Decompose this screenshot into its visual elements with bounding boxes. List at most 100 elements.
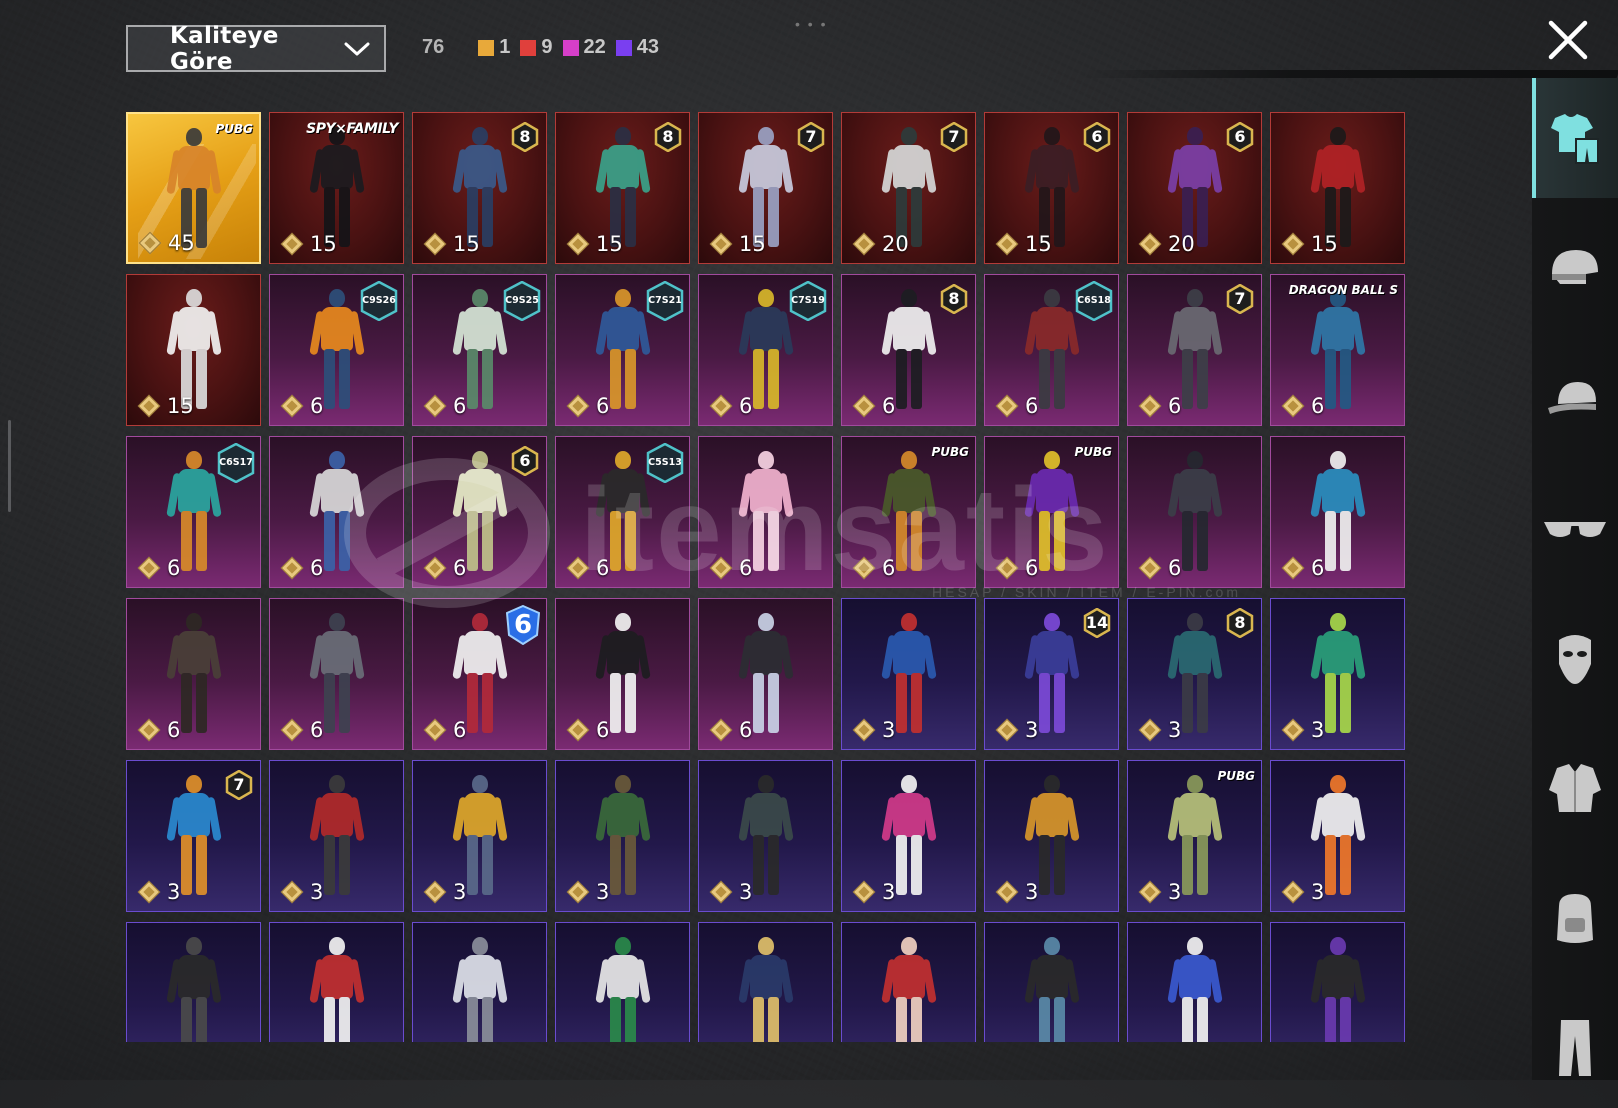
outfit-card[interactable]: 6 20: [1127, 112, 1262, 264]
outfit-card[interactable]: 3: [412, 760, 547, 912]
price-value: 6: [1311, 394, 1325, 418]
outfit-card[interactable]: 73: [126, 760, 261, 912]
outfit-card[interactable]: 6 15: [984, 112, 1119, 264]
outfit-card[interactable]: C7S21 6: [555, 274, 690, 426]
sidebar-item-eyewear[interactable]: [1532, 468, 1618, 588]
card-price: 3: [1138, 880, 1181, 904]
outfit-card[interactable]: 14 3: [984, 598, 1119, 750]
diamond-icon: [423, 394, 447, 418]
outfit-preview: [594, 937, 651, 1042]
outfit-card[interactable]: 8 15: [555, 112, 690, 264]
outfit-card[interactable]: 15: [126, 274, 261, 426]
diamond-icon: [852, 718, 876, 742]
outfit-card[interactable]: [841, 922, 976, 1042]
outfit-card[interactable]: DRAGON BALL S 6: [1270, 274, 1405, 426]
outfit-card[interactable]: C9S25 6: [412, 274, 547, 426]
drag-handle-dots[interactable]: • • •: [795, 16, 827, 32]
outfit-card[interactable]: 3: [1270, 598, 1405, 750]
diamond-icon: [280, 880, 304, 904]
collab-badge: PUBG: [215, 122, 253, 136]
outfit-card[interactable]: 3: [841, 760, 976, 912]
card-price: 6: [709, 394, 752, 418]
outfit-card[interactable]: 6: [1270, 436, 1405, 588]
diamond-icon: [1281, 880, 1305, 904]
sidebar-item-helmet[interactable]: [1532, 208, 1618, 328]
outfit-icon: [1551, 114, 1599, 164]
outfit-card[interactable]: C9S26 6: [269, 274, 404, 426]
outfit-card[interactable]: [555, 922, 690, 1042]
outfit-card[interactable]: 6: [698, 436, 833, 588]
sidebar-item-backpack[interactable]: [1532, 858, 1618, 978]
price-value: 45: [168, 231, 195, 255]
diamond-icon: [566, 718, 590, 742]
outfit-card[interactable]: 6: [126, 598, 261, 750]
diamond-icon: [709, 232, 733, 256]
outfit-card[interactable]: 7 15: [698, 112, 833, 264]
outfit-card[interactable]: PUBG 3: [1127, 760, 1262, 912]
outfit-card[interactable]: 3: [841, 598, 976, 750]
outfit-card[interactable]: C6S17 6: [126, 436, 261, 588]
diamond-icon: [709, 880, 733, 904]
close-icon[interactable]: [1546, 18, 1590, 62]
card-price: 3: [995, 880, 1038, 904]
outfit-card[interactable]: [984, 922, 1119, 1042]
card-price: 6: [137, 556, 180, 580]
outfit-card[interactable]: [126, 922, 261, 1042]
diamond-icon: [280, 556, 304, 580]
outfit-card[interactable]: 6: [269, 436, 404, 588]
price-value: 6: [453, 556, 467, 580]
outfit-card[interactable]: C6S18 6: [984, 274, 1119, 426]
outfit-card[interactable]: 66: [412, 598, 547, 750]
sidebar-item-pants[interactable]: [1532, 988, 1618, 1108]
outfit-card[interactable]: 3: [555, 760, 690, 912]
card-price: 6: [423, 718, 466, 742]
outfit-card[interactable]: [1127, 922, 1262, 1042]
outfit-card[interactable]: [1270, 922, 1405, 1042]
price-value: 3: [882, 718, 896, 742]
outfit-card[interactable]: 66: [412, 436, 547, 588]
outfit-card[interactable]: 8 15: [412, 112, 547, 264]
outfit-card[interactable]: [412, 922, 547, 1042]
diamond-icon: [566, 394, 590, 418]
diamond-icon: [852, 232, 876, 256]
legendary-swatch: [478, 39, 495, 56]
card-price: 3: [709, 880, 752, 904]
sidebar-item-top[interactable]: [1532, 728, 1618, 848]
outfit-card[interactable]: PUBG 45: [126, 112, 261, 264]
outfit-card[interactable]: 83: [1127, 598, 1262, 750]
backpack-icon: [1557, 894, 1593, 943]
outfit-card[interactable]: PUBG 6: [841, 436, 976, 588]
outfit-card[interactable]: 86: [841, 274, 976, 426]
outfit-card[interactable]: [698, 922, 833, 1042]
sidebar-item-mask[interactable]: [1532, 598, 1618, 718]
outfit-card[interactable]: 7 20: [841, 112, 976, 264]
outfit-card[interactable]: 6: [1127, 436, 1262, 588]
inventory-scroll-area[interactable]: PUBG 45 SPY×FAMILY 15 8 15 8 15 7 15 7 20 6 15 6 20 15 15…: [126, 112, 1410, 1042]
outfit-card[interactable]: [269, 922, 404, 1042]
level-badge: 8: [939, 284, 969, 314]
sidebar-item-cap[interactable]: [1532, 338, 1618, 458]
card-price: 6: [852, 394, 895, 418]
sort-dropdown[interactable]: Kaliteye Göre: [126, 23, 386, 75]
outfit-card[interactable]: 6: [269, 598, 404, 750]
outfit-card[interactable]: 3: [269, 760, 404, 912]
price-value: 6: [882, 556, 896, 580]
outfit-card[interactable]: C7S19 6: [698, 274, 833, 426]
outfit-card[interactable]: 3: [1270, 760, 1405, 912]
price-value: 6: [310, 394, 324, 418]
outfit-card[interactable]: SPY×FAMILY 15: [269, 112, 404, 264]
sidebar-item-outfit[interactable]: [1532, 78, 1618, 198]
legendary-count: 1: [478, 36, 510, 59]
outfit-card[interactable]: 6: [555, 598, 690, 750]
left-edge-handle[interactable]: [8, 420, 11, 512]
outfit-card[interactable]: C5S13 6: [555, 436, 690, 588]
outfit-card[interactable]: PUBG 6: [984, 436, 1119, 588]
card-price: 3: [1138, 718, 1181, 742]
outfit-card[interactable]: 6: [698, 598, 833, 750]
outfit-card[interactable]: 3: [698, 760, 833, 912]
outfit-card[interactable]: 3: [984, 760, 1119, 912]
outfit-card[interactable]: 15: [1270, 112, 1405, 264]
outfit-card[interactable]: 76: [1127, 274, 1262, 426]
season-badge: C6S18: [1074, 281, 1114, 321]
card-price: 3: [852, 718, 895, 742]
